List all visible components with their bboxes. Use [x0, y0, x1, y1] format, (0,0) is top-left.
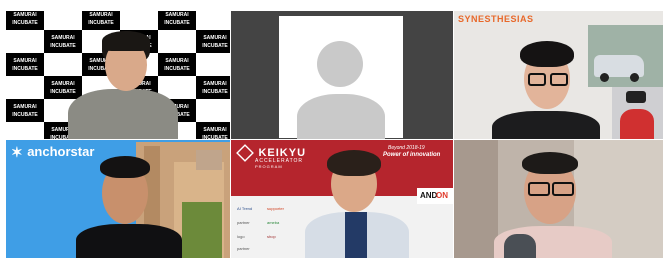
glasses-icon	[528, 182, 550, 196]
sponsor-logos-left: AI Trend supporter partner ameba logo sh…	[237, 206, 284, 251]
participant-video-3	[490, 35, 600, 139]
vr-headset-photo	[612, 87, 663, 139]
samurai-incubate-logo: SAMURAI INCUBATE	[6, 53, 44, 76]
video-tile-samurai-incubate[interactable]: SAMURAI INCUBATE SAMURAI INCUBATE SAMURAI …	[6, 11, 230, 139]
samurai-incubate-logo: SAMURAI INCUBATE	[196, 122, 230, 139]
andon-logo: AND ON	[417, 188, 453, 204]
video-tile-guest[interactable]	[454, 140, 663, 258]
glasses-icon	[528, 73, 546, 86]
video-tile-anchorstar[interactable]: ✶ anchorstar	[6, 140, 230, 258]
samurai-incubate-logo: SAMURAI INCUBATE	[82, 11, 120, 30]
avatar-placeholder	[279, 16, 403, 139]
participant-video-5	[305, 150, 415, 258]
samurai-incubate-logo: SAMURAI INCUBATE	[158, 11, 196, 30]
samurai-incubate-logo: SAMURAI INCUBATE	[196, 30, 230, 53]
participant-video-6	[494, 152, 614, 258]
star-icon: ✶	[11, 144, 23, 160]
video-tile-camera-off[interactable]	[231, 11, 453, 139]
video-tile-synesthesias[interactable]: SYNESTHESIAS	[454, 11, 663, 139]
synesthesias-logo: SYNESTHESIAS	[458, 14, 534, 24]
samurai-incubate-logo: SAMURAI INCUBATE	[6, 99, 44, 122]
samurai-incubate-logo: SAMURAI INCUBATE	[6, 11, 44, 30]
person-silhouette-icon	[279, 16, 403, 139]
participant-video-1	[68, 29, 178, 139]
keikyu-program-label: PROGRAM	[255, 164, 283, 169]
keikyu-mark-icon	[236, 144, 254, 162]
participant-video-4	[76, 152, 186, 258]
room-shadow	[454, 140, 498, 258]
samurai-incubate-logo: SAMURAI INCUBATE	[196, 76, 230, 99]
video-tile-keikyu-accelerator[interactable]: KEIKYU ACCELERATOR PROGRAM Beyond 2018-1…	[231, 140, 453, 258]
